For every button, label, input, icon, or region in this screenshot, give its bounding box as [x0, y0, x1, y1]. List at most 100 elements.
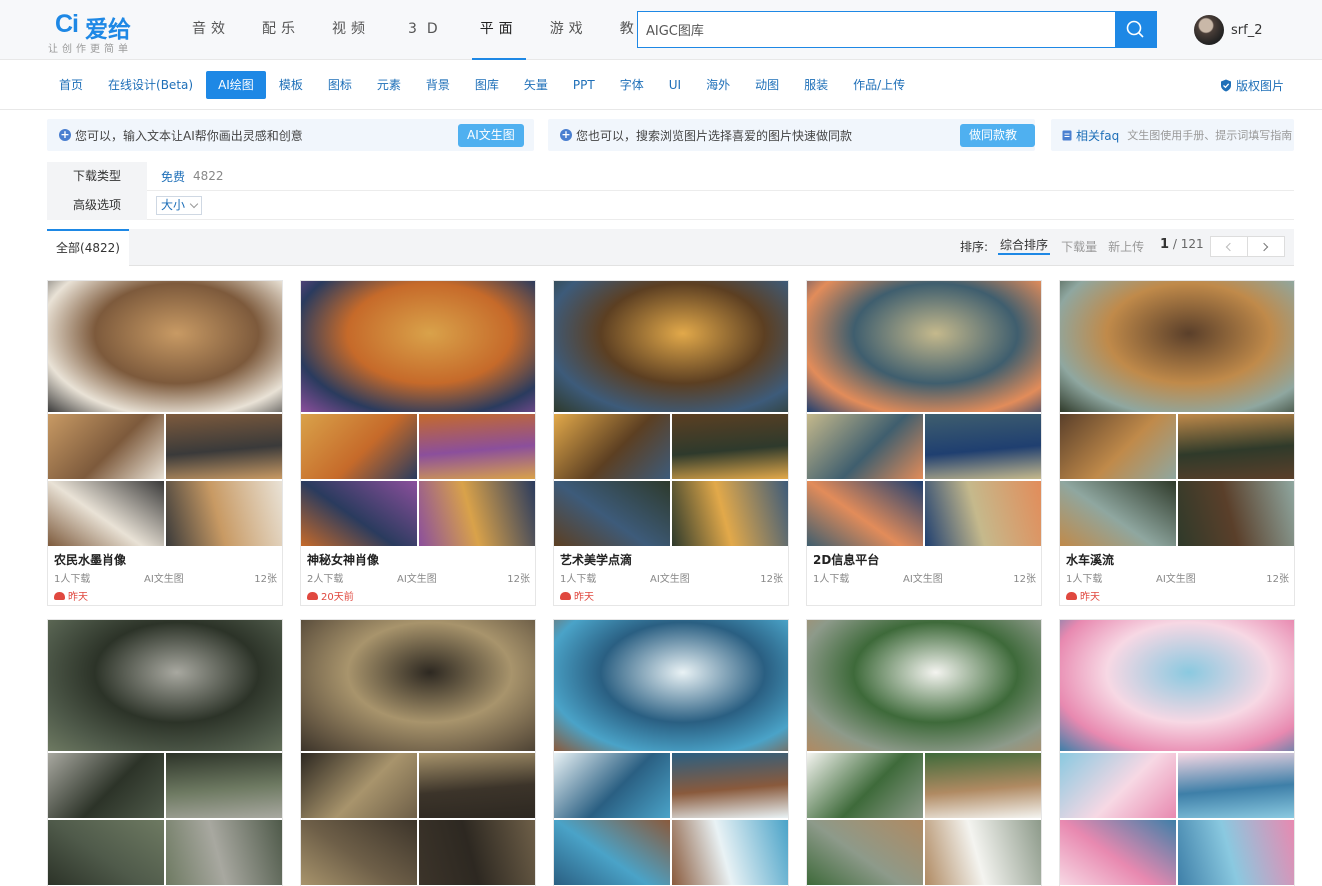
category-tab[interactable]: 作品/上传: [841, 71, 917, 99]
card-thumbnail[interactable]: [554, 820, 670, 885]
card-thumbnail[interactable]: [925, 820, 1041, 885]
card-thumbnail[interactable]: [807, 414, 923, 479]
category-tab[interactable]: 字体: [608, 71, 656, 99]
card-thumbnail[interactable]: [166, 481, 282, 546]
tab-all[interactable]: 全部(4822): [47, 229, 129, 266]
card-title[interactable]: 农民水墨肖像: [54, 551, 126, 568]
card-thumbnail[interactable]: [301, 414, 417, 479]
category-tab[interactable]: 动图: [743, 71, 791, 99]
card-main-image[interactable]: [1060, 281, 1294, 412]
card-thumbnail[interactable]: [672, 820, 788, 885]
image-card[interactable]: [553, 619, 789, 886]
card-main-image[interactable]: [301, 281, 535, 412]
card-main-image[interactable]: [1060, 620, 1294, 751]
faq-sub[interactable]: 文生图使用手册、提示词填写指南: [1127, 127, 1292, 143]
filter-free-option[interactable]: 免费: [161, 168, 185, 185]
image-card[interactable]: [300, 619, 536, 886]
category-tab[interactable]: 矢量: [512, 71, 560, 99]
prev-page-button[interactable]: [1210, 236, 1248, 257]
card-thumbnail[interactable]: [1178, 753, 1294, 818]
image-card[interactable]: 2D信息平台 1人下载 AI文生图 12张: [806, 280, 1042, 606]
nav-music[interactable]: 配乐: [246, 0, 316, 60]
category-tab[interactable]: AI绘图: [206, 71, 266, 99]
card-main-image[interactable]: [554, 620, 788, 751]
nav-3d[interactable]: 3D: [386, 0, 464, 60]
card-thumbnail[interactable]: [672, 753, 788, 818]
card-thumbnail[interactable]: [166, 414, 282, 479]
card-thumbnail[interactable]: [48, 481, 164, 546]
avatar[interactable]: [1194, 15, 1224, 45]
card-title[interactable]: 2D信息平台: [813, 551, 879, 568]
category-tab[interactable]: 模板: [267, 71, 315, 99]
card-thumbnail[interactable]: [48, 414, 164, 479]
card-main-image[interactable]: [554, 281, 788, 412]
tip-faq[interactable]: 相关faq 文生图使用手册、提示词填写指南: [1051, 119, 1294, 151]
faq-label[interactable]: 相关faq: [1076, 127, 1119, 144]
card-thumbnail[interactable]: [807, 820, 923, 885]
card-thumbnail[interactable]: [419, 820, 535, 885]
image-card[interactable]: 农民水墨肖像 1人下载 AI文生图 12张 昨天: [47, 280, 283, 606]
category-tab[interactable]: 首页: [47, 71, 95, 99]
card-thumbnail[interactable]: [554, 414, 670, 479]
card-thumbnail[interactable]: [1178, 820, 1294, 885]
image-card[interactable]: 水车溪流 1人下载 AI文生图 12张 昨天: [1059, 280, 1295, 606]
card-thumbnail[interactable]: [1060, 414, 1176, 479]
image-card[interactable]: [806, 619, 1042, 886]
card-thumbnail[interactable]: [554, 481, 670, 546]
nav-game[interactable]: 游戏: [534, 0, 604, 60]
card-thumbnail[interactable]: [419, 753, 535, 818]
card-main-image[interactable]: [48, 281, 282, 412]
card-thumbnail[interactable]: [166, 820, 282, 885]
card-thumbnail[interactable]: [301, 753, 417, 818]
card-main-image[interactable]: [48, 620, 282, 751]
card-thumbnail[interactable]: [807, 481, 923, 546]
card-thumbnail[interactable]: [672, 414, 788, 479]
ai-text2img-button[interactable]: AI文生图: [458, 124, 524, 147]
card-thumbnail[interactable]: [48, 753, 164, 818]
card-thumbnail[interactable]: [1060, 481, 1176, 546]
card-thumbnail[interactable]: [672, 481, 788, 546]
nav-graphic[interactable]: 平面: [464, 0, 534, 60]
size-dropdown[interactable]: 大小: [156, 195, 203, 215]
card-main-image[interactable]: [807, 281, 1041, 412]
category-tab[interactable]: PPT: [561, 71, 607, 99]
image-card[interactable]: [1059, 619, 1295, 886]
sort-downloads[interactable]: 下载量: [1061, 229, 1097, 266]
nav-audio[interactable]: 音效: [176, 0, 246, 60]
search-input[interactable]: [638, 12, 1116, 47]
nav-video[interactable]: 视频: [316, 0, 386, 60]
category-tab[interactable]: 在线设计(Beta): [96, 71, 205, 99]
card-thumbnail[interactable]: [925, 414, 1041, 479]
card-thumbnail[interactable]: [1060, 753, 1176, 818]
card-title[interactable]: 水车溪流: [1066, 551, 1114, 568]
image-card[interactable]: [47, 619, 283, 886]
card-thumbnail[interactable]: [48, 820, 164, 885]
same-style-tutorial-button[interactable]: 做同款教程: [960, 124, 1035, 165]
sort-comprehensive[interactable]: 综合排序: [998, 229, 1051, 255]
card-thumbnail[interactable]: [301, 820, 417, 885]
category-tab[interactable]: 元素: [365, 71, 413, 99]
copyright-images-link[interactable]: 版权图片: [1220, 77, 1284, 94]
category-tab[interactable]: 图库: [463, 71, 511, 99]
category-tab[interactable]: 海外: [694, 71, 742, 99]
card-thumbnail[interactable]: [807, 753, 923, 818]
image-card[interactable]: 艺术美学点滴 1人下载 AI文生图 12张 昨天: [553, 280, 789, 606]
user-menu[interactable]: srf_2: [1194, 14, 1262, 46]
search-button[interactable]: [1115, 11, 1157, 48]
card-main-image[interactable]: [807, 620, 1041, 751]
category-tab[interactable]: 服装: [792, 71, 840, 99]
card-thumbnail[interactable]: [1178, 481, 1294, 546]
user-name[interactable]: srf_2: [1231, 23, 1262, 38]
category-tab[interactable]: 背景: [414, 71, 462, 99]
card-thumbnail[interactable]: [419, 481, 535, 546]
card-thumbnail[interactable]: [1178, 414, 1294, 479]
image-card[interactable]: 神秘女神肖像 2人下载 AI文生图 12张 20天前: [300, 280, 536, 606]
card-title[interactable]: 艺术美学点滴: [560, 551, 632, 568]
card-main-image[interactable]: [301, 620, 535, 751]
card-thumbnail[interactable]: [554, 753, 670, 818]
next-page-button[interactable]: [1247, 236, 1285, 257]
card-thumbnail[interactable]: [925, 753, 1041, 818]
card-thumbnail[interactable]: [1060, 820, 1176, 885]
card-thumbnail[interactable]: [419, 414, 535, 479]
card-thumbnail[interactable]: [166, 753, 282, 818]
